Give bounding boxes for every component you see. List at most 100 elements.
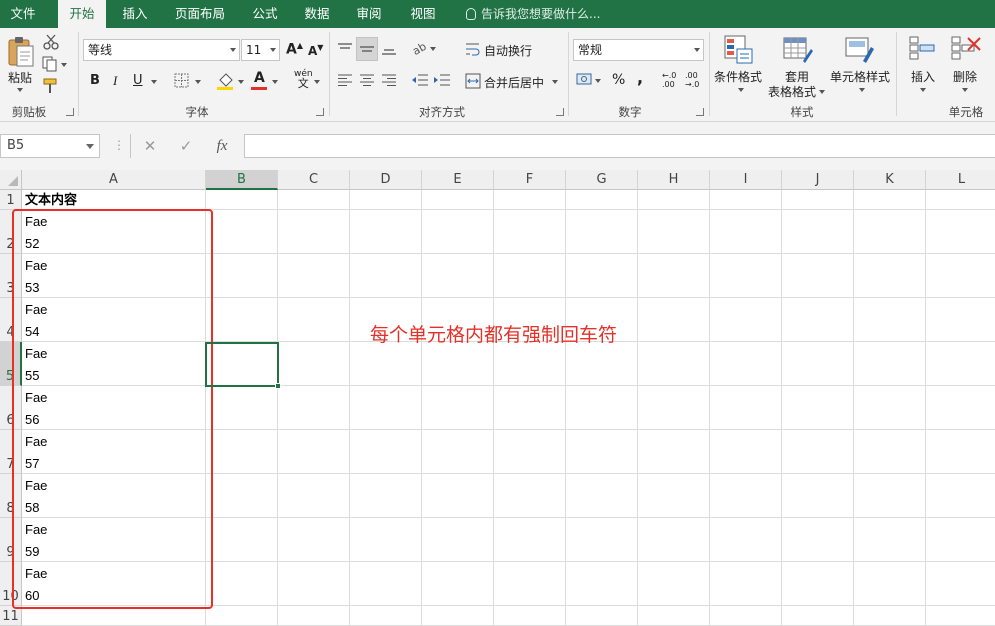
worksheet-grid[interactable]: A B C D E F G H I J K L 1 2 3 4 5 6 7 8 9 10 11 文本内容 Fae 52 Fae 53 F… — [0, 170, 995, 626]
select-all-button[interactable] — [0, 170, 22, 190]
font-launcher-icon[interactable] — [316, 108, 324, 116]
cell-styles-button[interactable]: 单元格样式 — [830, 68, 890, 85]
insert-button[interactable]: 插入 — [911, 68, 935, 85]
paste-label[interactable]: 粘贴 — [8, 69, 32, 86]
column-header-i[interactable]: I — [710, 170, 782, 190]
cell-styles-dropdown-icon[interactable] — [859, 88, 865, 92]
font-name-value: 等线 — [88, 43, 113, 57]
tab-formulas[interactable]: 公式 — [242, 0, 288, 28]
borders-icon[interactable] — [174, 73, 190, 89]
phonetic-guide-icon[interactable]: wén 文 — [294, 69, 313, 90]
increase-decimal-icon[interactable]: ←.0.00 — [662, 71, 676, 89]
font-group-label: 字体 — [185, 105, 209, 119]
font-color-dropdown-icon[interactable] — [272, 80, 278, 84]
copy-icon[interactable] — [42, 56, 68, 72]
column-header-e[interactable]: E — [422, 170, 494, 190]
merge-dropdown-icon[interactable] — [552, 80, 558, 84]
column-header-h[interactable]: H — [638, 170, 710, 190]
fill-color-dropdown-icon[interactable] — [238, 80, 244, 84]
font-size-select[interactable]: 11 — [241, 39, 280, 61]
number-launcher-icon[interactable] — [696, 108, 704, 116]
percent-style-button[interactable]: % — [612, 72, 625, 88]
group-divider — [329, 32, 330, 116]
delete-cells-icon[interactable] — [950, 35, 982, 65]
row-header-11[interactable]: 11 — [0, 606, 22, 626]
column-header-a[interactable]: A — [22, 170, 206, 190]
accounting-format-icon[interactable] — [576, 72, 602, 88]
formula-input[interactable] — [244, 134, 995, 158]
insert-dropdown-icon[interactable] — [920, 88, 926, 92]
enter-icon[interactable]: ✓ — [174, 136, 198, 156]
column-header-g[interactable]: G — [566, 170, 638, 190]
underline-dropdown-icon[interactable] — [151, 80, 157, 84]
align-left-icon[interactable] — [337, 73, 353, 87]
format-as-table-line2[interactable]: 表格格式 — [768, 83, 816, 100]
top-align-icon[interactable] — [337, 42, 353, 56]
paste-dropdown-icon[interactable] — [17, 88, 23, 92]
decrease-decimal-icon[interactable]: .00 →.0 — [685, 71, 699, 89]
conditional-formatting-icon[interactable] — [724, 35, 754, 65]
fill-handle[interactable] — [275, 383, 281, 389]
format-painter-icon[interactable] — [42, 78, 60, 94]
merge-center-icon[interactable] — [465, 73, 481, 89]
delete-dropdown-icon[interactable] — [962, 88, 968, 92]
fill-color-icon[interactable] — [216, 71, 236, 91]
tab-insert[interactable]: 插入 — [112, 0, 158, 28]
clipboard-launcher-icon[interactable] — [66, 108, 74, 116]
bottom-align-icon[interactable] — [381, 42, 397, 56]
cell-styles-icon[interactable] — [845, 35, 875, 65]
font-name-select[interactable]: 等线 — [83, 39, 240, 61]
font-color-icon[interactable]: A — [254, 70, 265, 86]
insert-cells-icon[interactable] — [908, 35, 938, 65]
column-header-j[interactable]: J — [782, 170, 854, 190]
bold-button[interactable]: B — [90, 73, 100, 88]
decrease-indent-icon[interactable] — [411, 73, 429, 87]
increase-font-size-icon[interactable]: A▲ — [286, 41, 303, 58]
align-center-icon[interactable] — [359, 73, 375, 87]
number-format-select[interactable]: 常规 — [573, 39, 704, 61]
paste-icon[interactable] — [6, 36, 36, 68]
phonetic-dropdown-icon[interactable] — [314, 80, 320, 84]
annotation-text: 每个单元格内都有强制回车符 — [370, 324, 618, 346]
column-header-d[interactable]: D — [350, 170, 422, 190]
tab-page-layout[interactable]: 页面布局 — [166, 0, 234, 28]
conditional-formatting-button[interactable]: 条件格式 — [714, 68, 762, 85]
wrap-text-icon[interactable] — [465, 41, 481, 57]
cell-a1[interactable]: 文本内容 — [25, 190, 77, 210]
tab-file[interactable]: 文件 — [0, 0, 46, 28]
tell-me-box[interactable]: 告诉我您想要做什么... — [466, 0, 600, 28]
decrease-font-size-icon[interactable]: A▼ — [308, 43, 323, 58]
insert-function-icon[interactable]: fx — [210, 136, 234, 156]
italic-button[interactable]: I — [113, 73, 117, 89]
wrap-text-button[interactable]: 自动换行 — [484, 42, 532, 59]
column-header-k[interactable]: K — [854, 170, 926, 190]
tab-home[interactable]: 开始 — [58, 0, 106, 28]
borders-dropdown-icon[interactable] — [195, 80, 201, 84]
column-header-f[interactable]: F — [494, 170, 566, 190]
cancel-icon[interactable]: ✕ — [138, 136, 162, 156]
conditional-dropdown-icon[interactable] — [738, 88, 744, 92]
alignment-launcher-icon[interactable] — [556, 108, 564, 116]
column-header-l[interactable]: L — [926, 170, 995, 190]
name-box[interactable]: B5 — [0, 134, 100, 158]
column-header-b[interactable]: B — [206, 170, 278, 190]
tab-view[interactable]: 视图 — [400, 0, 446, 28]
delete-button[interactable]: 删除 — [953, 68, 977, 85]
format-table-dropdown-icon[interactable] — [819, 90, 825, 94]
tab-data[interactable]: 数据 — [294, 0, 340, 28]
row-header-1[interactable]: 1 — [0, 190, 22, 210]
increase-indent-icon[interactable] — [433, 73, 451, 87]
formula-bar: B5 ⋮ ✕ ✓ fx — [0, 122, 995, 170]
select-all-triangle-icon — [8, 176, 18, 186]
format-as-table-icon[interactable] — [783, 35, 813, 65]
merge-center-button[interactable]: 合并后居中 — [484, 74, 544, 91]
column-header-c[interactable]: C — [278, 170, 350, 190]
comma-style-button[interactable]: , — [637, 68, 643, 87]
active-cell-b5[interactable] — [205, 342, 281, 389]
middle-align-icon[interactable] — [359, 42, 375, 56]
underline-button[interactable]: U — [133, 73, 143, 88]
tab-review[interactable]: 审阅 — [346, 0, 392, 28]
align-right-icon[interactable] — [381, 73, 397, 87]
cut-icon[interactable] — [42, 34, 60, 50]
orientation-icon[interactable]: ab — [412, 40, 438, 56]
